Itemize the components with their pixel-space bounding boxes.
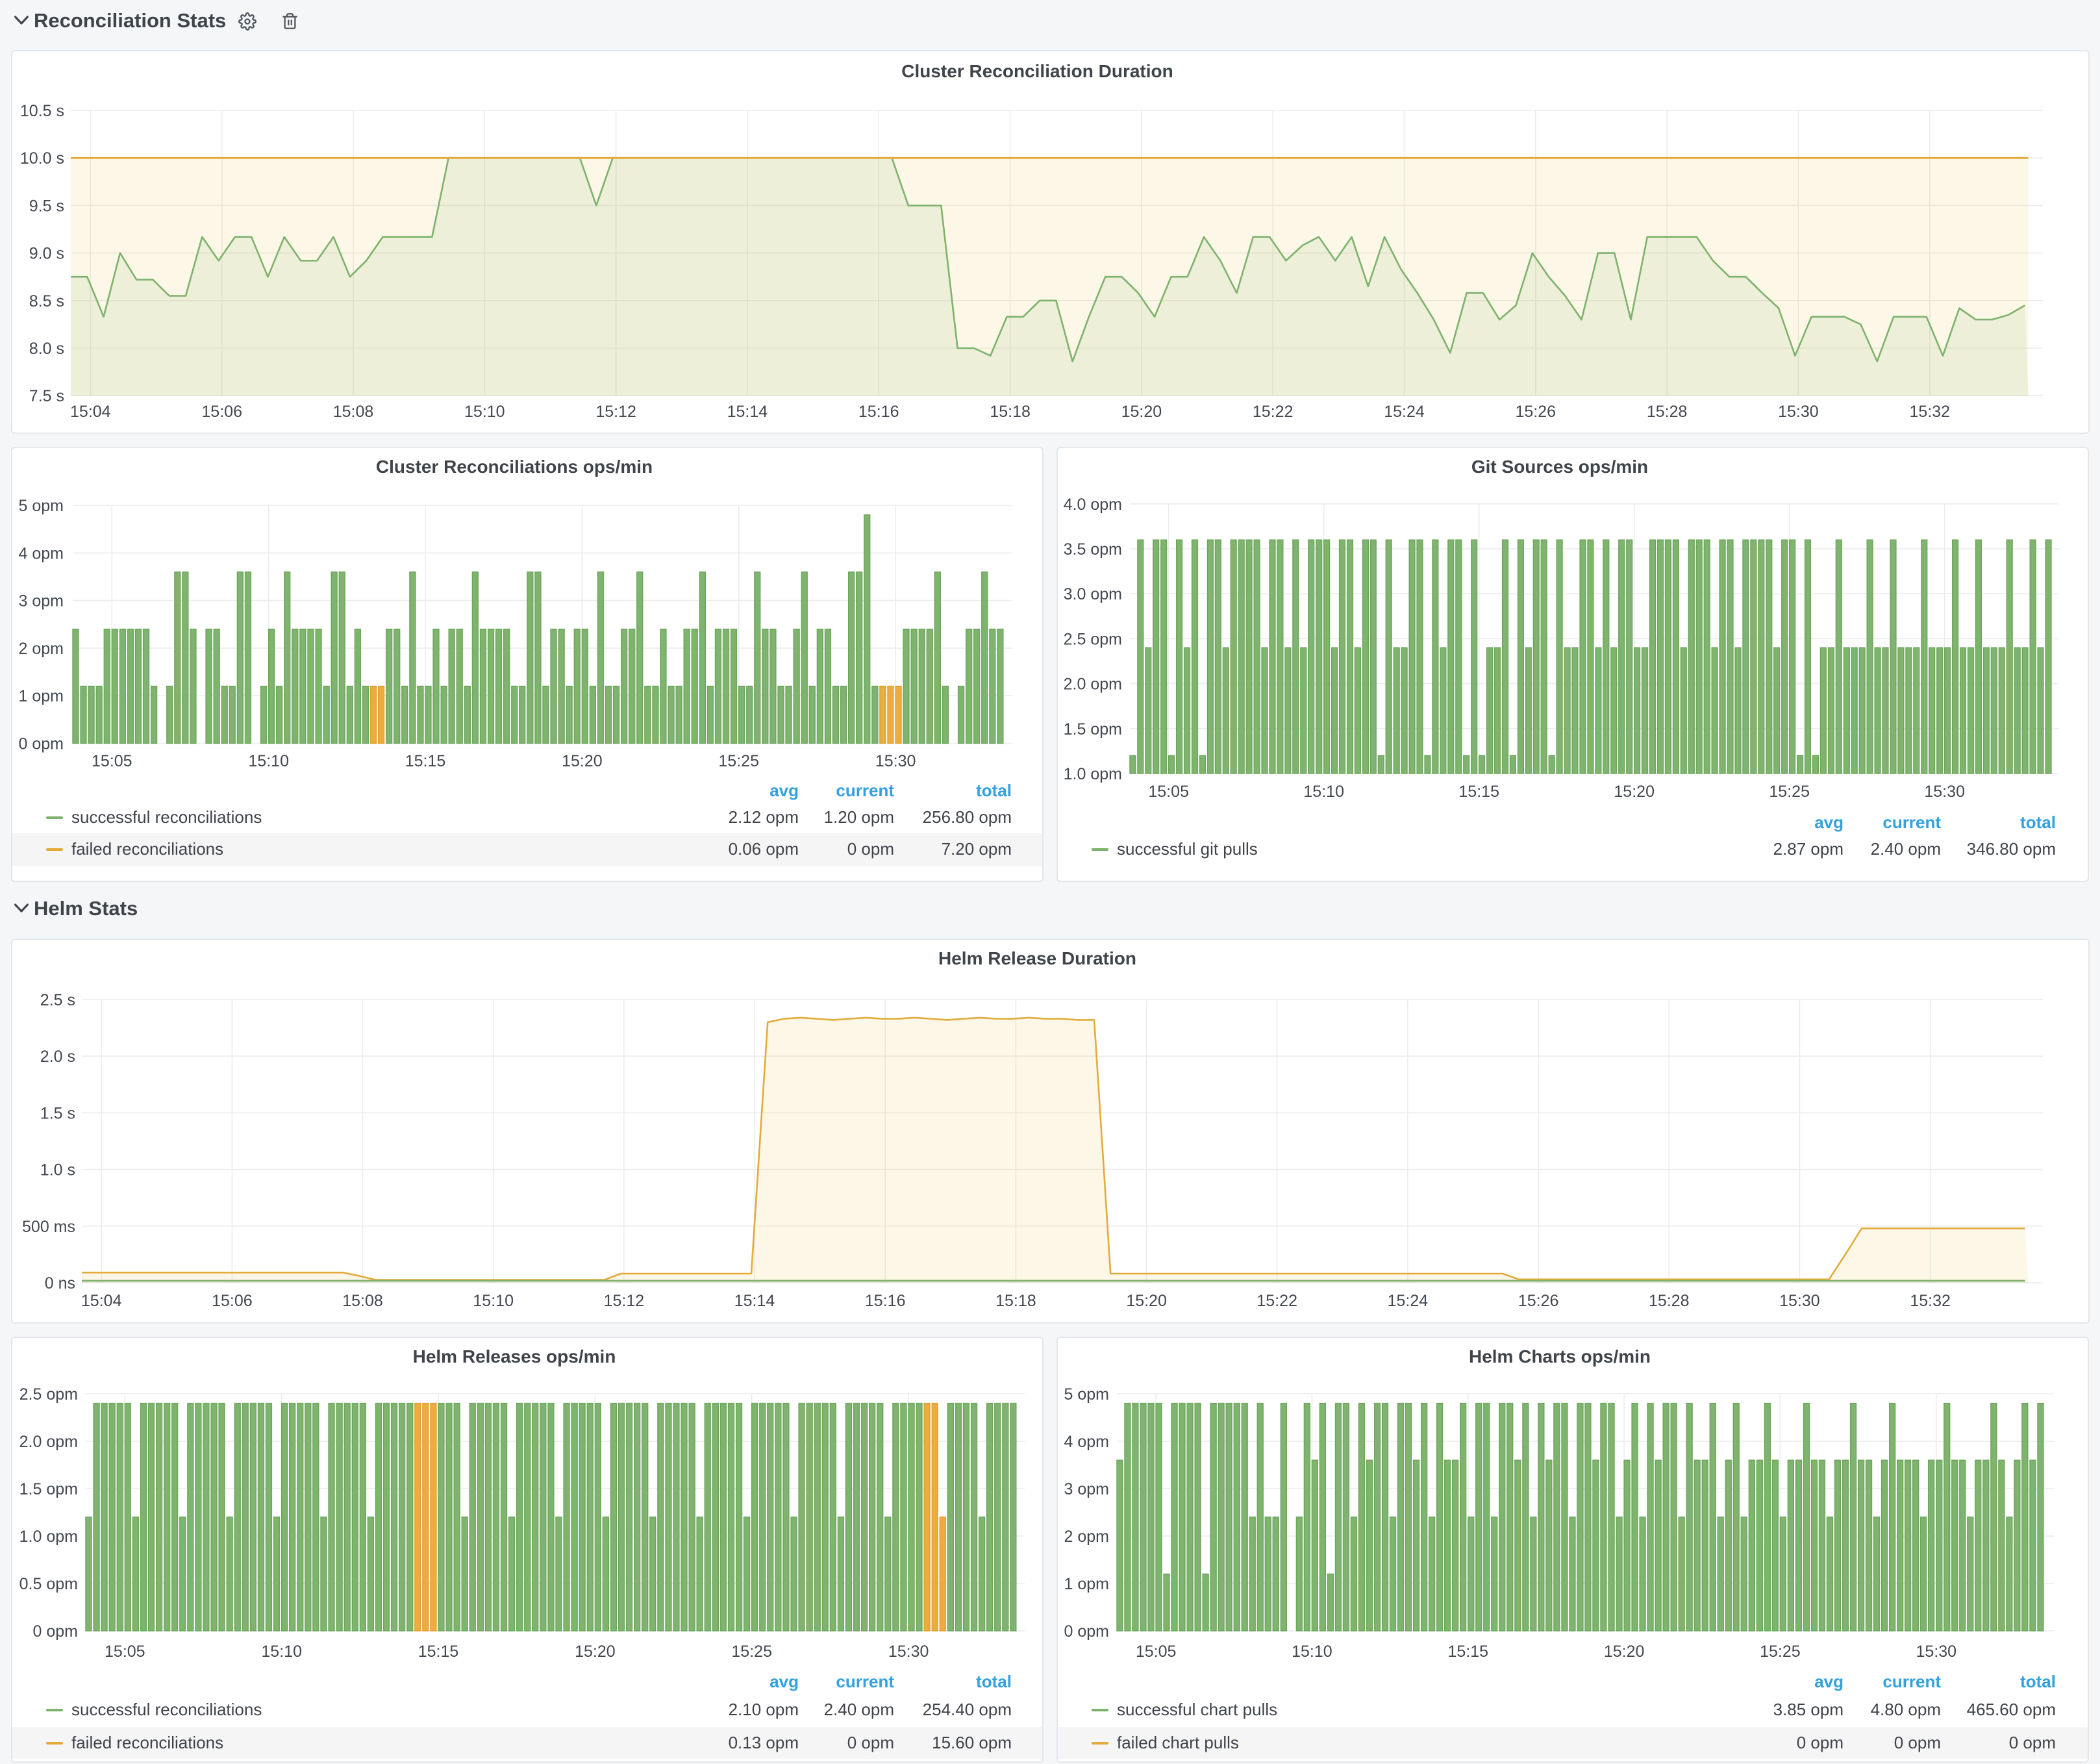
svg-text:15:30: 15:30 — [1924, 783, 1965, 801]
svg-text:4 opm: 4 opm — [1064, 1433, 1109, 1451]
svg-text:0 opm: 0 opm — [33, 1622, 78, 1641]
svg-text:1.0 opm: 1.0 opm — [19, 1528, 78, 1546]
svg-text:15:24: 15:24 — [1388, 1292, 1429, 1310]
svg-text:10.5 s: 10.5 s — [20, 102, 64, 120]
svg-text:1.0 opm: 1.0 opm — [1064, 765, 1122, 783]
svg-text:15:28: 15:28 — [1649, 1292, 1690, 1310]
svg-text:3 opm: 3 opm — [1064, 1480, 1109, 1498]
svg-text:15:25: 15:25 — [718, 752, 759, 770]
svg-text:15:18: 15:18 — [990, 403, 1031, 421]
svg-text:15:10: 15:10 — [464, 403, 505, 421]
svg-text:9.0 s: 9.0 s — [29, 245, 64, 263]
svg-text:15:20: 15:20 — [1614, 783, 1655, 801]
svg-text:15:10: 15:10 — [261, 1643, 302, 1661]
svg-text:2 opm: 2 opm — [19, 640, 64, 658]
svg-text:15:22: 15:22 — [1256, 1292, 1297, 1310]
svg-text:15:30: 15:30 — [1779, 1292, 1820, 1310]
svg-text:15:20: 15:20 — [575, 1643, 616, 1661]
svg-text:15:16: 15:16 — [858, 403, 899, 421]
svg-text:15:14: 15:14 — [734, 1292, 775, 1310]
svg-text:3.5 opm: 3.5 opm — [1064, 540, 1122, 559]
svg-text:15:08: 15:08 — [342, 1292, 383, 1310]
svg-text:0 opm: 0 opm — [1064, 1622, 1109, 1641]
svg-text:15:30: 15:30 — [888, 1643, 929, 1661]
svg-text:4 opm: 4 opm — [19, 544, 64, 562]
svg-text:1.5 opm: 1.5 opm — [1064, 720, 1122, 738]
svg-text:5 opm: 5 opm — [19, 497, 64, 515]
svg-text:15:12: 15:12 — [604, 1292, 645, 1310]
svg-text:15:10: 15:10 — [473, 1292, 514, 1310]
svg-text:15:20: 15:20 — [562, 752, 603, 770]
svg-text:15:15: 15:15 — [1458, 783, 1499, 801]
svg-text:15:25: 15:25 — [1760, 1643, 1801, 1661]
svg-text:15:26: 15:26 — [1516, 403, 1556, 421]
svg-text:0 ns: 0 ns — [45, 1274, 75, 1292]
svg-text:8.0 s: 8.0 s — [29, 340, 64, 358]
svg-text:15:15: 15:15 — [418, 1643, 459, 1661]
svg-text:15:30: 15:30 — [1916, 1643, 1957, 1661]
svg-text:15:28: 15:28 — [1647, 403, 1688, 421]
svg-text:2.0 opm: 2.0 opm — [1064, 675, 1122, 694]
svg-text:15:20: 15:20 — [1126, 1292, 1167, 1310]
svg-text:15:15: 15:15 — [405, 752, 446, 770]
svg-text:2 opm: 2 opm — [1064, 1528, 1109, 1546]
svg-text:1.5 s: 1.5 s — [40, 1104, 75, 1122]
svg-text:15:05: 15:05 — [1148, 783, 1189, 801]
svg-text:15:24: 15:24 — [1384, 403, 1425, 421]
svg-text:15:08: 15:08 — [333, 403, 374, 421]
svg-text:500 ms: 500 ms — [22, 1218, 75, 1236]
svg-text:7.5 s: 7.5 s — [29, 387, 64, 405]
svg-text:1.5 opm: 1.5 opm — [19, 1480, 78, 1498]
svg-text:2.5 s: 2.5 s — [40, 991, 75, 1009]
svg-text:15:10: 15:10 — [1303, 783, 1344, 801]
svg-text:4.0 opm: 4.0 opm — [1064, 496, 1122, 514]
svg-text:1 opm: 1 opm — [19, 687, 64, 705]
svg-text:3.0 opm: 3.0 opm — [1064, 585, 1122, 603]
svg-text:15:04: 15:04 — [70, 403, 111, 421]
svg-text:2.5 opm: 2.5 opm — [19, 1385, 78, 1404]
svg-text:0.5 opm: 0.5 opm — [19, 1575, 78, 1593]
svg-text:15:10: 15:10 — [1292, 1643, 1332, 1661]
svg-text:15:32: 15:32 — [1910, 403, 1951, 421]
svg-text:15:16: 15:16 — [865, 1292, 906, 1310]
svg-text:2.0 s: 2.0 s — [40, 1048, 75, 1066]
svg-text:15:20: 15:20 — [1604, 1643, 1645, 1661]
svg-text:2.0 opm: 2.0 opm — [19, 1433, 78, 1451]
svg-text:15:22: 15:22 — [1253, 403, 1294, 421]
svg-text:10.0 s: 10.0 s — [20, 149, 64, 168]
svg-text:15:18: 15:18 — [995, 1292, 1036, 1310]
svg-text:15:26: 15:26 — [1518, 1292, 1559, 1310]
svg-text:9.5 s: 9.5 s — [29, 197, 64, 215]
svg-text:15:20: 15:20 — [1121, 403, 1162, 421]
svg-text:15:10: 15:10 — [248, 752, 289, 770]
svg-text:15:06: 15:06 — [201, 403, 242, 421]
svg-text:15:06: 15:06 — [212, 1292, 253, 1310]
svg-text:1 opm: 1 opm — [1064, 1575, 1109, 1593]
svg-text:0 opm: 0 opm — [19, 735, 64, 753]
svg-text:15:30: 15:30 — [875, 752, 916, 770]
svg-text:15:05: 15:05 — [1136, 1643, 1177, 1661]
svg-text:15:05: 15:05 — [105, 1643, 145, 1661]
svg-text:15:04: 15:04 — [81, 1292, 122, 1310]
svg-text:15:32: 15:32 — [1910, 1292, 1951, 1310]
svg-text:3 opm: 3 opm — [19, 592, 64, 611]
svg-text:8.5 s: 8.5 s — [29, 292, 64, 310]
svg-text:15:14: 15:14 — [727, 403, 768, 421]
svg-text:2.5 opm: 2.5 opm — [1064, 630, 1122, 648]
svg-text:5 opm: 5 opm — [1064, 1385, 1109, 1404]
svg-text:15:12: 15:12 — [595, 403, 636, 421]
svg-text:15:30: 15:30 — [1778, 403, 1819, 421]
svg-text:15:15: 15:15 — [1448, 1643, 1489, 1661]
svg-text:15:25: 15:25 — [1769, 783, 1810, 801]
svg-text:15:05: 15:05 — [92, 752, 132, 770]
svg-text:1.0 s: 1.0 s — [40, 1161, 75, 1179]
svg-text:15:25: 15:25 — [731, 1643, 772, 1661]
